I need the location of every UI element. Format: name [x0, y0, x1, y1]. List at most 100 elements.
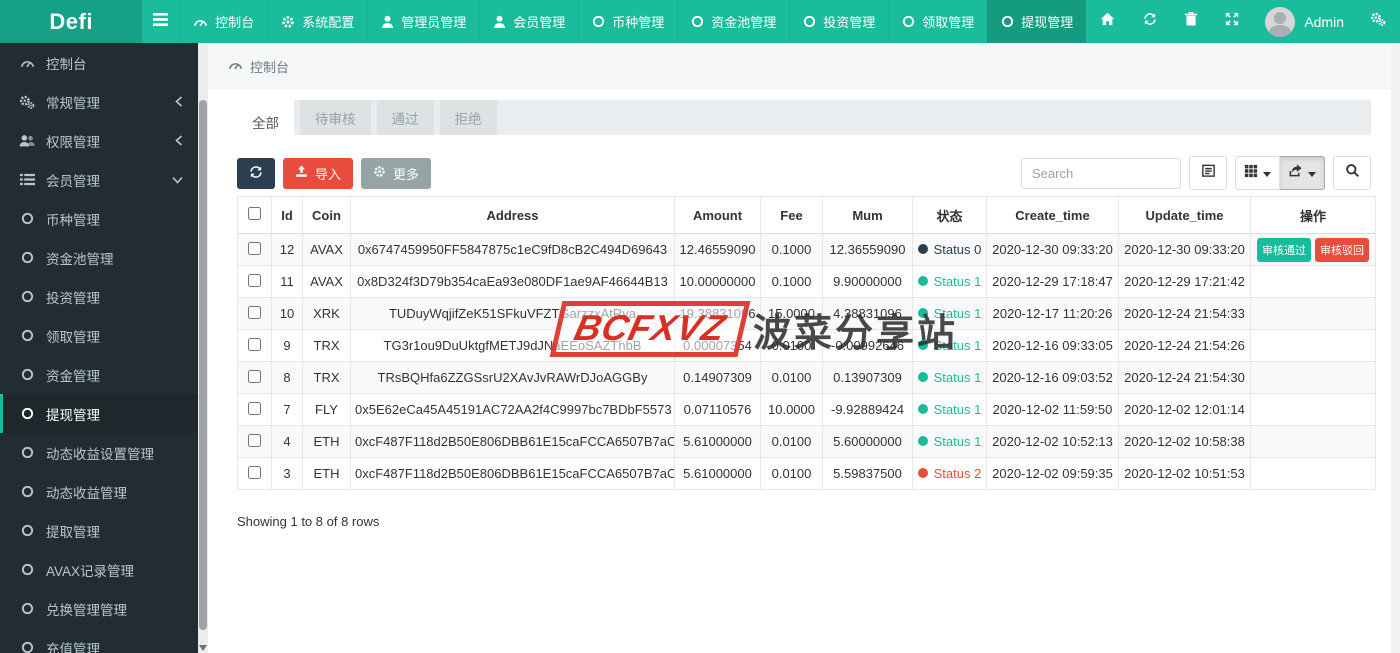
- import-button[interactable]: 导入: [283, 157, 354, 189]
- cell-create-time: 2020-12-16 09:33:05: [986, 329, 1119, 362]
- sidebar-item-label: 领取管理: [46, 329, 100, 345]
- sidebar-scrollbar-down-arrow[interactable]: [199, 645, 207, 651]
- circle-icon: [19, 446, 35, 459]
- table-body: 12 AVAX 0x6747459950FF5847875c1eC9fD8cB2C4…: [237, 233, 1376, 490]
- sidebar-item-invest-manage[interactable]: 投资管理: [0, 277, 198, 316]
- gear-icon: [373, 165, 386, 181]
- nav-item-claim-manage[interactable]: 领取管理: [888, 0, 987, 43]
- sidebar-item-dashboard[interactable]: 控制台: [0, 43, 198, 82]
- row-checkbox[interactable]: [248, 465, 261, 479]
- table-row: 8 TRX TRsBQHfa6ZZGSsrU2XAvJvRAWrDJoAGGBy 0.…: [237, 361, 1376, 394]
- sidebar-item-coin-manage[interactable]: 币种管理: [0, 199, 198, 238]
- row-checkbox[interactable]: [248, 401, 261, 415]
- sidebar-item-withdraw-manage[interactable]: 提现管理: [0, 394, 198, 433]
- row-checkbox[interactable]: [248, 337, 261, 351]
- home-button[interactable]: [1086, 0, 1129, 43]
- circle-icon: [19, 563, 35, 576]
- user-icon: [493, 15, 506, 29]
- row-checkbox[interactable]: [248, 433, 261, 447]
- sidebar-item-avax-record-manage[interactable]: AVAX记录管理: [0, 550, 198, 589]
- cell-amount: 19.38831096: [674, 297, 761, 330]
- search-icon: [1345, 163, 1360, 183]
- sidebar-item-fund-manage[interactable]: 资金管理: [0, 355, 198, 394]
- search-toggle-button[interactable]: [1333, 156, 1371, 190]
- nav-item-system-config[interactable]: 系统配置: [267, 0, 367, 43]
- refresh-button[interactable]: [237, 157, 275, 189]
- approve-action-button[interactable]: 审核通过: [1257, 237, 1311, 262]
- circle-icon: [691, 15, 704, 28]
- nav-item-withdraw-manage[interactable]: 提现管理: [987, 0, 1087, 43]
- reject-action-button[interactable]: 审核驳回: [1315, 237, 1369, 262]
- cell-fee: 0.0100: [760, 457, 823, 490]
- nav-item-dashboard[interactable]: 控制台: [179, 0, 267, 43]
- sidebar-item-dynamic-income-manage[interactable]: 动态收益管理: [0, 472, 198, 511]
- tab-all[interactable]: 全部: [237, 100, 294, 143]
- nav-item-label: 投资管理: [823, 15, 876, 30]
- sidebar-item-member-manage[interactable]: 会员管理: [0, 160, 198, 199]
- sidebar-scrollbar-thumb[interactable]: [199, 100, 207, 630]
- column-header: Address: [350, 196, 675, 234]
- cell-mum: -0.00992646: [822, 329, 913, 362]
- sidebar-item-claim-manage[interactable]: 领取管理: [0, 316, 198, 355]
- sidebar-item-permission-manage[interactable]: 权限管理: [0, 121, 198, 160]
- row-checkbox[interactable]: [248, 369, 261, 383]
- gear-icon: [281, 15, 295, 29]
- detail-view-button[interactable]: [1189, 156, 1227, 190]
- circle-icon: [19, 329, 35, 342]
- user-menu[interactable]: Admin: [1253, 0, 1356, 43]
- page-scrollbar[interactable]: [1391, 43, 1400, 653]
- cell-update-time: 2020-12-29 17:21:42: [1118, 265, 1251, 298]
- circle-icon: [19, 485, 35, 498]
- search-input[interactable]: [1021, 157, 1181, 189]
- tachometer-icon: [19, 56, 35, 69]
- brand-logo[interactable]: Defi: [0, 0, 143, 43]
- status-dot-icon: [917, 404, 928, 415]
- cell-address: 0x5E62eCa45A45191AC72AA2f4C9997bc7BDbF55…: [350, 393, 675, 426]
- sidebar-item-pool-manage[interactable]: 资金池管理: [0, 238, 198, 277]
- status-dot-icon: [917, 372, 928, 383]
- tab-pending[interactable]: 待审核: [300, 100, 371, 135]
- cell-actions: 审核通过 审核驳回: [1250, 233, 1376, 266]
- cell-mum: 12.36559090: [822, 233, 913, 266]
- cell-actions: [1250, 265, 1376, 298]
- cell-update-time: 2020-12-24 21:54:33: [1118, 297, 1251, 330]
- user-name: Admin: [1304, 13, 1344, 30]
- sidebar-item-recharge-manage[interactable]: 充值管理: [0, 628, 198, 653]
- sidebar-item-dynamic-income-setting-manage[interactable]: 动态收益设置管理: [0, 433, 198, 472]
- fullscreen-button[interactable]: [1211, 0, 1253, 43]
- cell-status: Status 1: [912, 393, 987, 426]
- refresh-button[interactable]: [1129, 0, 1171, 43]
- nav-item-invest-manage[interactable]: 投资管理: [789, 0, 888, 43]
- nav-item-pool-manage[interactable]: 资金池管理: [677, 0, 789, 43]
- sidebar-item-exchange-manage[interactable]: 兑换管理管理: [0, 589, 198, 628]
- row-checkbox[interactable]: [248, 305, 261, 319]
- sidebar-scrollbar[interactable]: [198, 43, 208, 653]
- nav-item-coin-manage[interactable]: 币种管理: [578, 0, 677, 43]
- tab-approved[interactable]: 通过: [376, 100, 434, 135]
- circle-icon: [902, 15, 915, 28]
- chevron-down-icon: [172, 176, 183, 184]
- cell-update-time: 2020-12-02 10:58:38: [1118, 425, 1251, 458]
- upload-icon: [295, 165, 308, 181]
- cell-coin: TRX: [302, 329, 351, 362]
- sidebar-item-general-manage[interactable]: 常规管理: [0, 82, 198, 121]
- select-all-checkbox[interactable]: [248, 207, 261, 220]
- nav-item-member-manage[interactable]: 会员管理: [479, 0, 578, 43]
- cell-amount: 0.00007354: [674, 329, 761, 362]
- row-checkbox[interactable]: [248, 241, 261, 255]
- settings-button[interactable]: [1356, 0, 1400, 43]
- sidebar-item-extract-manage[interactable]: 提取管理: [0, 511, 198, 550]
- nav-item-admin-manage[interactable]: 管理员管理: [367, 0, 479, 43]
- tab-rejected[interactable]: 拒绝: [439, 100, 497, 135]
- export-button[interactable]: [1280, 156, 1325, 190]
- menu-toggle-button[interactable]: [142, 0, 179, 43]
- list-icon: [19, 173, 35, 186]
- row-checkbox[interactable]: [248, 273, 261, 287]
- columns-button[interactable]: [1235, 156, 1280, 190]
- cell-mum: 0.13907309: [822, 361, 913, 394]
- cell-mum: 5.60000000: [822, 425, 913, 458]
- expand-icon: [1225, 12, 1239, 31]
- trash-button[interactable]: [1171, 0, 1211, 43]
- row-checkbox-cell: [237, 425, 272, 458]
- more-button[interactable]: 更多: [361, 157, 432, 189]
